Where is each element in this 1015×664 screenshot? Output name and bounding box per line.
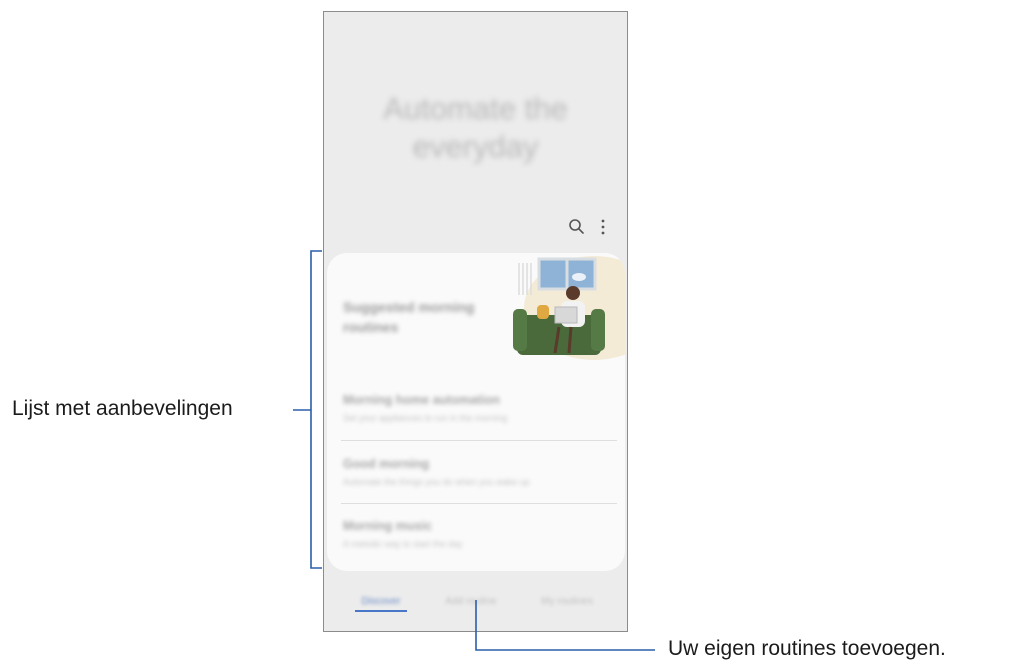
callout-add-own-routines: Uw eigen routines toevoegen. <box>668 637 946 660</box>
recommendations-bracket <box>310 250 322 569</box>
callout-lines <box>293 250 655 651</box>
add-routine-leader <box>475 600 655 651</box>
callout-recommendations-list: Lijst met aanbevelingen <box>12 397 233 420</box>
